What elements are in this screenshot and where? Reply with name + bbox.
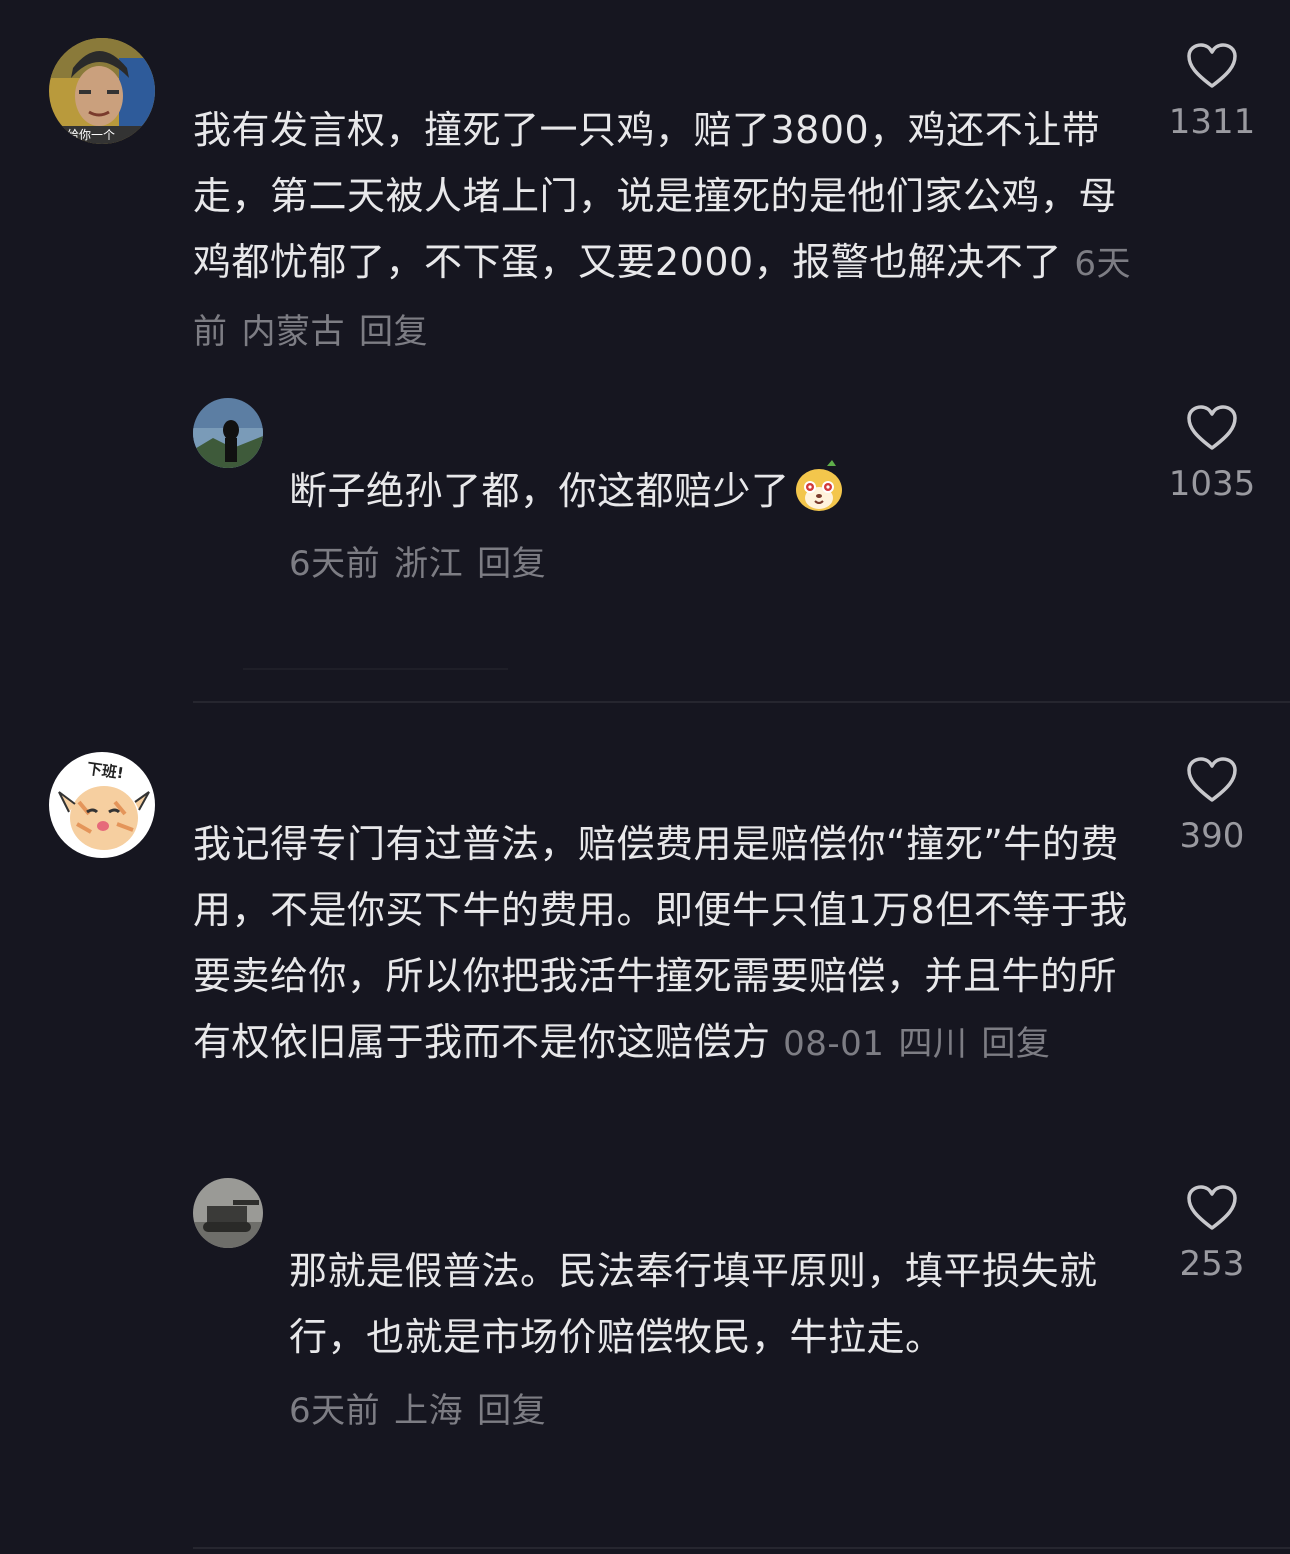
reply-reply-button[interactable]: 回复: [477, 544, 546, 584]
comment-time: 08-01: [783, 1024, 885, 1064]
comment-location: 四川: [898, 1024, 968, 1064]
user-avatar[interactable]: 给你一个: [49, 38, 155, 144]
comment-text[interactable]: 我记得专门有过普法，赔偿费用是赔偿你“撞死”牛的费用，不是你买下牛的费用。即便牛…: [193, 811, 1133, 1077]
comment-meta: 08-01 四川 回复: [783, 1024, 1050, 1064]
reply-meta: 6天前 上海 回复: [289, 1383, 560, 1432]
avatar-caption: 给你一个: [67, 128, 116, 142]
reply-location: 浙江: [394, 544, 464, 584]
reply-like-button[interactable]: 1035: [1152, 404, 1272, 504]
reply-time: 6天前: [289, 544, 381, 584]
reply-location: 上海: [394, 1391, 464, 1431]
reply-like-count: 253: [1179, 1244, 1245, 1284]
dog-face-emoji: [794, 460, 844, 532]
reply-like-count: 1035: [1168, 464, 1256, 504]
reply-avatar[interactable]: [193, 398, 263, 468]
heart-outline-icon: [1187, 757, 1237, 802]
comment-text[interactable]: 我有发言权，撞死了一只鸡，赔了3800，鸡还不让带走，第二天被人堵上门，说是撞死…: [193, 97, 1133, 365]
reply-time: 6天前: [289, 1391, 381, 1431]
reply-button[interactable]: 回复: [981, 1024, 1050, 1064]
comment-divider: [193, 1547, 1290, 1549]
heart-outline-icon: [1187, 43, 1237, 88]
reply-button[interactable]: 回复: [359, 312, 428, 352]
comment-divider: [193, 701, 1290, 703]
thread-divider: [243, 668, 508, 670]
reply-text[interactable]: 那就是假普法。民法奉行填平原则，填平损失就行，也就是市场价赔偿牧民，牛拉走。: [289, 1238, 1129, 1370]
reply-avatar[interactable]: [193, 1178, 263, 1248]
reply-body: 断子绝孙了都，你这都赔少了: [289, 469, 790, 513]
reply-reply-button[interactable]: 回复: [477, 1391, 546, 1431]
heart-outline-icon: [1187, 1185, 1237, 1230]
like-button[interactable]: 1311: [1152, 42, 1272, 142]
reply-meta: 6天前 浙江 回复: [289, 536, 560, 585]
reply-like-button[interactable]: 253: [1152, 1184, 1272, 1284]
like-count: 1311: [1168, 102, 1256, 142]
user-avatar[interactable]: 下班!: [49, 752, 155, 858]
reply-body: 那就是假普法。民法奉行填平原则，填平损失就行，也就是市场价赔偿牧民，牛拉走。: [289, 1249, 1098, 1359]
comment-body: 我有发言权，撞死了一只鸡，赔了3800，鸡还不让带走，第二天被人堵上门，说是撞死…: [193, 108, 1118, 284]
heart-outline-icon: [1187, 405, 1237, 450]
like-count: 390: [1179, 816, 1245, 856]
reply-text[interactable]: 断子绝孙了都，你这都赔少了: [289, 458, 1129, 532]
like-button[interactable]: 390: [1152, 756, 1272, 856]
comment-location: 内蒙古: [241, 312, 345, 352]
